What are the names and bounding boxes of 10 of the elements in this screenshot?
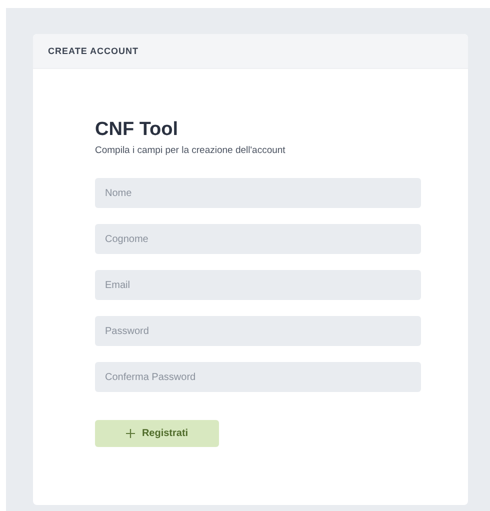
form-subtitle: Compila i campi per la creazione dell'account bbox=[95, 145, 286, 156]
input-field[interactable]: Password bbox=[95, 316, 421, 346]
register-button[interactable]: Registrati bbox=[95, 420, 219, 447]
input-field[interactable]: Email bbox=[95, 270, 421, 300]
form-title: CNF Tool bbox=[95, 119, 180, 141]
plus-icon bbox=[126, 429, 135, 438]
input-field[interactable]: Cognome bbox=[95, 224, 421, 254]
header-title: CREATE ACCOUNT bbox=[48, 46, 138, 56]
input-field[interactable]: Conferma Password bbox=[95, 362, 421, 392]
input-field[interactable]: Nome bbox=[95, 178, 421, 208]
